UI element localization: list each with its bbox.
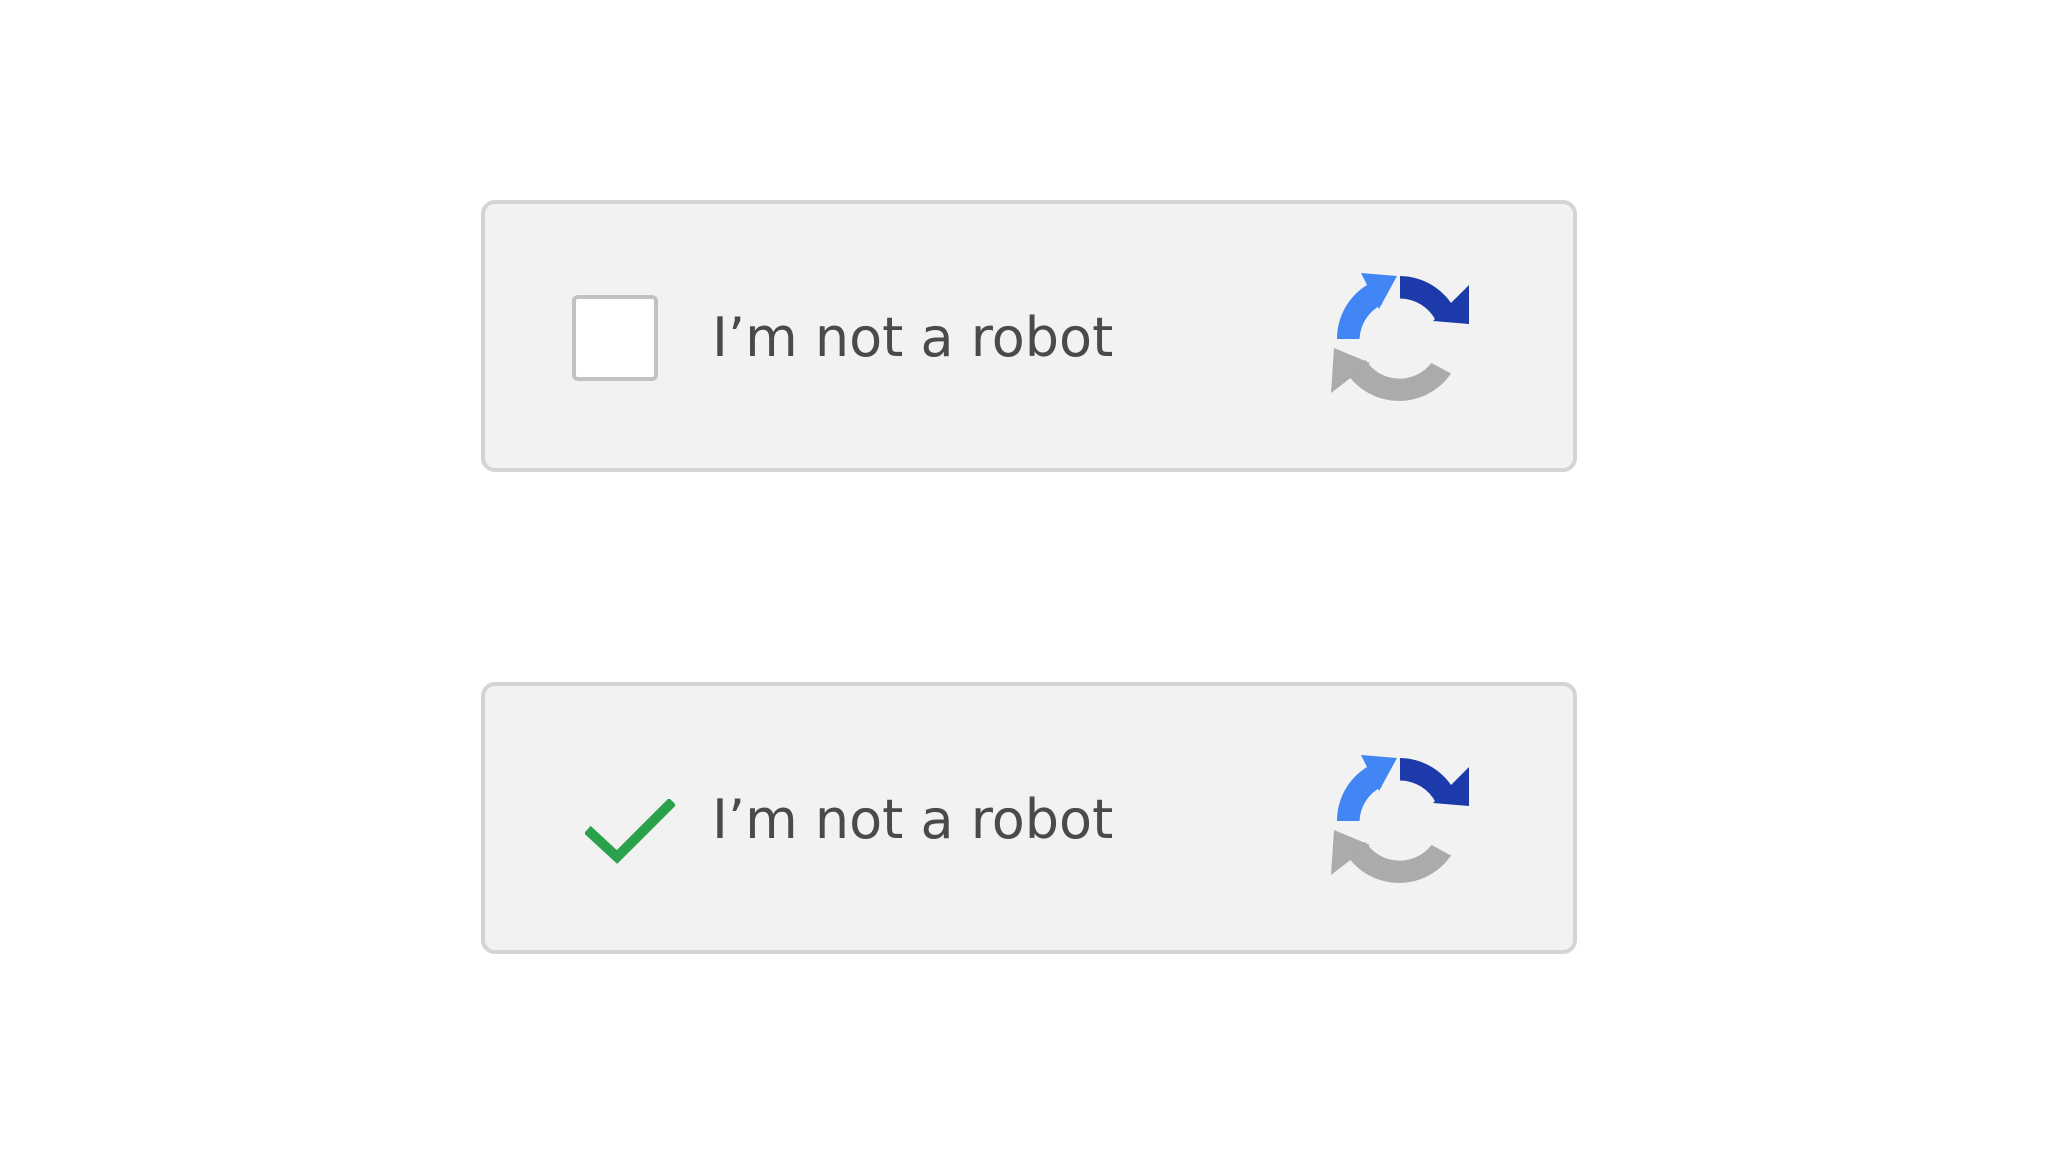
robot-checkbox[interactable] (572, 295, 658, 381)
robot-checkbox-label[interactable]: I’m not a robot (712, 782, 1113, 858)
recaptcha-widget-unchecked: I’m not a robot (481, 200, 1577, 472)
recaptcha-widget-checked: I’m not a robot (481, 682, 1577, 954)
checkmark-icon[interactable] (585, 799, 675, 865)
recaptcha-logo-icon (1325, 746, 1475, 896)
recaptcha-logo-icon (1325, 264, 1475, 414)
robot-checkbox-label[interactable]: I’m not a robot (712, 300, 1113, 376)
